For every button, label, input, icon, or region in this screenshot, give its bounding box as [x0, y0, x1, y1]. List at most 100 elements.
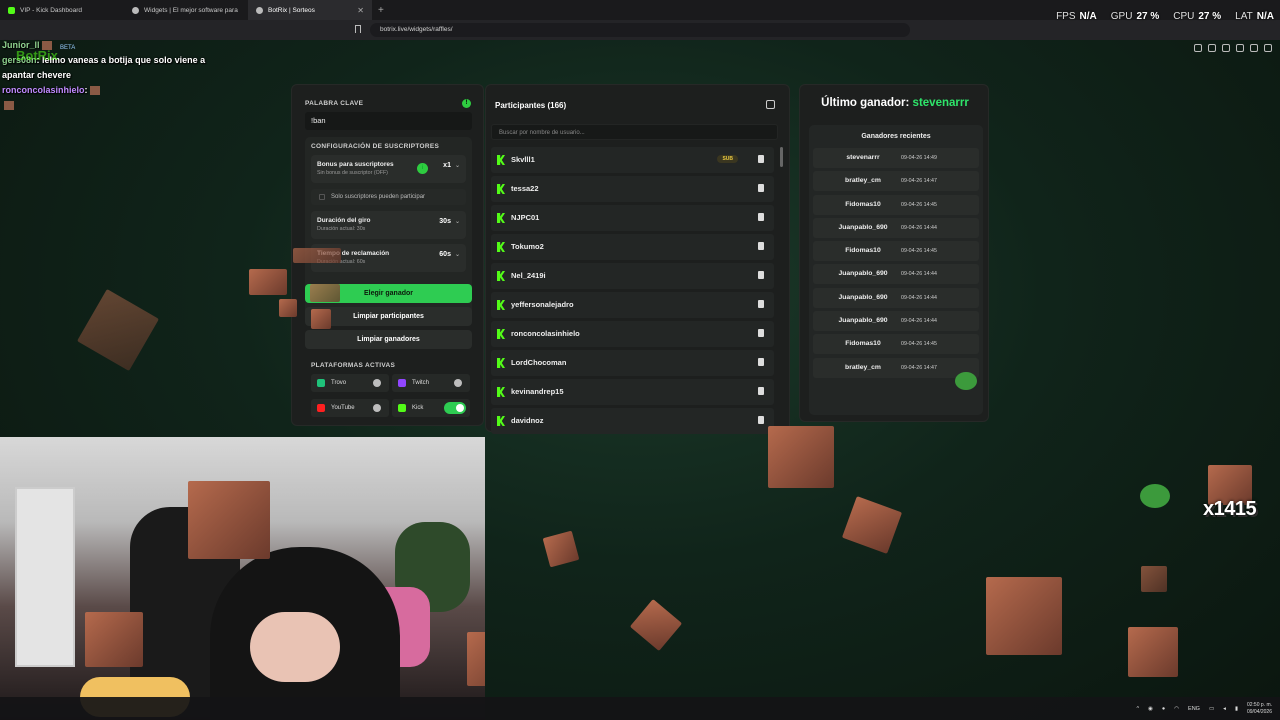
participants-panel: Participantes (166) Buscar por nombre de… [485, 84, 790, 434]
tab-widgets[interactable]: Widgets | El mejor software para pc... [124, 0, 248, 20]
participant-name: Tokumo2 [511, 242, 544, 251]
subs-only-checkbox[interactable] [319, 194, 325, 200]
chat-line [2, 98, 222, 113]
trash-icon[interactable] [758, 358, 764, 366]
trash-icon[interactable] [758, 184, 764, 192]
last-winner-label: Último ganador: [821, 97, 910, 109]
mic-icon[interactable]: ● [1162, 706, 1165, 712]
clear-winners-button[interactable]: Limpiar ganadores [305, 330, 472, 349]
trash-icon[interactable] [758, 300, 764, 308]
emote-icon [85, 612, 143, 667]
spin-value: 30s [439, 218, 451, 225]
bonus-title: Bonus para suscriptores [317, 161, 394, 168]
trovo-toggle[interactable] [373, 379, 381, 387]
list-item[interactable]: Tokumo2 [491, 234, 774, 260]
trash-icon[interactable] [758, 213, 764, 221]
winner-name: Juanpablo_690 [838, 223, 888, 231]
gpu-value: 27 % [1136, 11, 1160, 22]
winners-panel: Último ganador: stevenarrr Ganadores rec… [799, 84, 989, 422]
list-item[interactable]: Skvlll1 SUB [491, 147, 774, 173]
network-icon[interactable]: ◉ [1148, 706, 1153, 712]
list-item[interactable]: NJPC01 [491, 205, 774, 231]
list-item[interactable]: davidnoz [491, 408, 774, 434]
tab-kick-dashboard[interactable]: VIP - Kick Dashboard [0, 0, 124, 20]
address-bar-row: botrix.live/widgets/raffles/ [0, 20, 1280, 52]
trash-icon[interactable] [758, 329, 764, 337]
new-tab-button[interactable]: + [378, 5, 384, 16]
emote-icon [629, 598, 683, 652]
beta-badge: BETA [60, 45, 76, 51]
extensions-icon[interactable] [1236, 44, 1244, 52]
scrollbar[interactable] [780, 147, 783, 167]
platform-label: Twitch [412, 380, 430, 386]
pepe-emote-icon [955, 372, 977, 390]
display-icon[interactable]: ▭ [1209, 706, 1214, 712]
bookmark-icon[interactable] [355, 25, 361, 33]
winner-date: 09-04-26 14:47 [901, 178, 937, 185]
list-item[interactable]: ronconcolasinhielo [491, 321, 774, 347]
participant-name: kevinandrep15 [511, 387, 564, 396]
youtube-toggle[interactable] [373, 404, 381, 412]
chevron-up-icon[interactable]: ^ [1137, 706, 1140, 712]
spin-duration-row: Duración del giro Duración actual: 30s 3… [311, 211, 466, 239]
recent-winners: Ganadores recientes stevenarrr 09-04-26 1… [809, 125, 983, 415]
twitch-toggle[interactable] [454, 379, 462, 387]
music-icon[interactable] [1208, 44, 1216, 52]
keyword-label: PALABRA CLAVE [305, 100, 364, 107]
trash-icon[interactable] [758, 416, 764, 424]
system-tray: ^ ◉ ● ◠ ENG ▭ ◂ ▮ 02:50 p. m. 09/04/2026 [1137, 697, 1273, 720]
participants-title: Participantes (166) [495, 101, 567, 110]
trash-icon[interactable] [758, 387, 764, 395]
platform-twitch: Twitch [392, 374, 470, 392]
sidebar-icon[interactable] [1222, 44, 1230, 52]
clock[interactable]: 02:50 p. m. 09/04/2026 [1247, 702, 1272, 716]
language-indicator[interactable]: ENG [1188, 706, 1200, 712]
trash-icon[interactable] [758, 155, 764, 163]
emote-icon [4, 101, 14, 111]
winner-date: 09-04-26 14:45 [901, 341, 937, 348]
volume-icon[interactable]: ◂ [1223, 706, 1226, 712]
bonus-select[interactable]: x1 ⌄ [443, 162, 460, 169]
participant-name: tessa22 [511, 184, 539, 193]
tab-label: Widgets | El mejor software para pc... [144, 6, 240, 14]
spin-select[interactable]: 30s ⌄ [439, 218, 460, 225]
kick-toggle[interactable] [444, 402, 466, 414]
list-item[interactable]: LordChocoman [491, 350, 774, 376]
subs-only-checkbox-row[interactable]: Solo suscriptores pueden participar [311, 189, 466, 205]
info-icon[interactable]: ! [462, 99, 471, 108]
list-item[interactable]: kevinandrep15 [491, 379, 774, 405]
info-icon[interactable]: i [417, 163, 428, 174]
taskbar: ^ ◉ ● ◠ ENG ▭ ◂ ▮ 02:50 p. m. 09/04/2026 [0, 697, 1280, 720]
screenshot-icon[interactable] [1194, 44, 1202, 52]
winner-date: 09-04-26 14:44 [901, 294, 937, 301]
winner-name: Juanpablo_690 [838, 270, 888, 278]
emote-counter: x1415 [1203, 498, 1257, 520]
shield-icon[interactable] [1250, 44, 1258, 52]
botrix-icon [132, 6, 139, 14]
emote-icon [542, 530, 580, 568]
participant-name: LordChocoman [511, 358, 567, 367]
emote-icon [188, 481, 270, 559]
menu-icon[interactable] [1264, 44, 1272, 52]
close-icon[interactable]: ✕ [357, 6, 364, 15]
list-item[interactable]: Nel_2419i [491, 263, 774, 289]
list-item[interactable]: tessa22 [491, 176, 774, 202]
emote-icon [249, 269, 287, 295]
url-input[interactable]: botrix.live/widgets/raffles/ [370, 23, 910, 37]
claim-select[interactable]: 60s ⌄ [439, 251, 460, 258]
chevron-down-icon: ⌄ [454, 219, 460, 225]
emote-icon [310, 284, 340, 302]
wifi-icon[interactable]: ◠ [1174, 706, 1179, 712]
trash-icon[interactable] [758, 271, 764, 279]
participant-search-input[interactable]: Buscar por nombre de usuario... [491, 124, 778, 140]
list-item: Juanpablo_690 09-04-26 14:44 [813, 287, 979, 308]
kick-icon [497, 155, 505, 165]
battery-icon[interactable]: ▮ [1235, 706, 1238, 712]
trash-icon[interactable] [758, 242, 764, 250]
list-item[interactable]: yeffersonalejadro [491, 292, 774, 318]
emote-icon [279, 299, 297, 317]
webcam-feed [0, 437, 485, 720]
tab-botrix-sorteos[interactable]: BotRix | Sorteos ✕ [248, 0, 372, 20]
copy-icon[interactable] [766, 100, 775, 109]
keyword-input[interactable]: !ban [305, 112, 472, 130]
